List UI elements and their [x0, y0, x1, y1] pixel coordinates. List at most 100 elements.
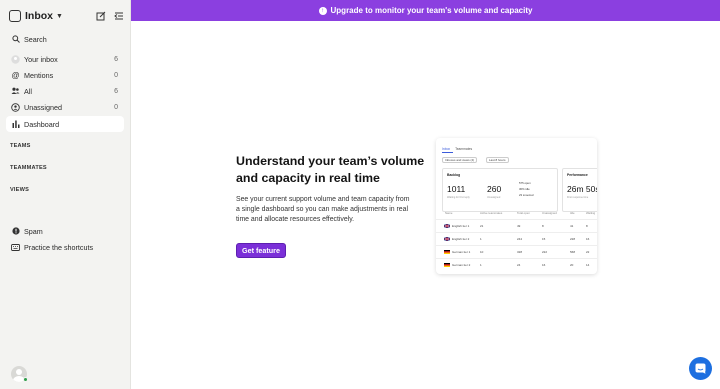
feature-description: See your current support volume and team… — [236, 196, 410, 224]
preview-backlog-value-2: 260 — [487, 184, 502, 194]
preview-performance-card: Performance 26m 50s First response time — [562, 168, 597, 212]
preview-col-idle: Idle — [570, 211, 575, 215]
preview-performance-value: 26m 50s — [567, 184, 597, 194]
sidebar-item-count: 0 — [114, 71, 118, 79]
table-cell: 15 — [542, 237, 546, 241]
table-cell: 8 — [586, 224, 588, 228]
table-cell: 328 — [517, 250, 523, 254]
sidebar-item-count: 6 — [114, 55, 118, 63]
section-teammates[interactable]: TEAMMATES — [10, 165, 47, 171]
germany-flag-icon — [444, 250, 450, 254]
collapse-sidebar-icon[interactable] — [114, 11, 124, 21]
preview-backlog-title: Backlog — [447, 173, 461, 177]
bar-chart-icon — [11, 120, 20, 129]
table-cell: 10 — [480, 250, 484, 254]
table-row: English tier 1 21 49 8 41 8 — [436, 219, 597, 232]
spam-icon — [11, 227, 20, 236]
upgrade-banner-text: Upgrade to monitor your team's volume an… — [330, 6, 533, 15]
preview-backlog-card: Backlog 1011 Waiting for first reply 260… — [442, 168, 558, 212]
table-cell: German tier 2 — [452, 263, 471, 267]
table-cell: 568 — [570, 250, 576, 254]
get-feature-button[interactable]: Get feature — [236, 243, 286, 258]
preview-col-unassigned: Unassigned — [542, 211, 557, 215]
table-row: German tier 2 1 24 16 20 14 — [436, 258, 597, 271]
preview-filter-time: Last 8 hours — [486, 157, 509, 163]
online-status-dot — [23, 377, 28, 382]
workspace-icon[interactable] — [9, 10, 21, 22]
preview-tab-teammates: Teammates — [455, 147, 473, 151]
table-cell: English tier 2 — [452, 237, 470, 241]
at-icon: @ — [11, 70, 20, 80]
inbox-title[interactable]: Inbox — [25, 10, 53, 22]
preview-backlog-value-1: 1011 — [447, 184, 466, 194]
sidebar-search[interactable]: Search — [6, 31, 124, 47]
unassigned-icon — [11, 102, 20, 112]
preview-col-total-open: Total open — [517, 211, 530, 215]
table-cell: 21 — [480, 224, 484, 228]
section-views[interactable]: VIEWS — [10, 187, 29, 193]
chat-launcher-button[interactable] — [689, 357, 712, 380]
uk-flag-icon — [444, 224, 450, 228]
table-cell: 16 — [542, 263, 546, 267]
table-cell: 49 — [517, 224, 521, 228]
chevron-down-icon[interactable]: ▼ — [56, 13, 63, 20]
sidebar-item-label: Your inbox — [24, 54, 58, 64]
sidebar-item-dashboard[interactable]: Dashboard — [6, 116, 124, 132]
sidebar-header: Inbox ▼ — [9, 8, 124, 24]
sidebar-item-all[interactable]: All 6 — [6, 83, 124, 99]
sidebar-item-count: 6 — [114, 87, 118, 95]
table-cell: 222 — [542, 250, 548, 254]
germany-flag-icon — [444, 263, 450, 267]
preview-backlog-label-2: Unassigned — [487, 196, 501, 199]
user-avatar-icon — [11, 54, 20, 64]
preview-col-name: Name — [445, 211, 453, 215]
arrow-up-icon: ↑ — [318, 6, 327, 15]
preview-backlog-stat: 30% idle — [519, 187, 530, 191]
table-cell: 1 — [480, 237, 482, 241]
dashboard-preview-image: Inbox Teammates Inboxes and views (4) La… — [436, 138, 597, 274]
sidebar-item-label: Dashboard — [24, 119, 60, 129]
table-cell: English tier 1 — [452, 224, 470, 228]
sidebar-item-unassigned[interactable]: Unassigned 0 — [6, 99, 124, 115]
table-cell: 20 — [570, 263, 574, 267]
feature-title: Understand your team’s volume and capaci… — [236, 154, 425, 185]
table-cell: 22 — [586, 250, 590, 254]
table-cell: German tier 1 — [452, 250, 471, 254]
preview-col-waiting: Waiting — [586, 211, 596, 215]
table-cell: 41 — [570, 224, 574, 228]
people-icon — [11, 87, 20, 96]
sidebar-item-label: Mentions — [24, 70, 54, 80]
preview-filter-inboxes: Inboxes and views (4) — [442, 157, 478, 163]
sidebar-item-shortcuts[interactable]: Practice the shortcuts — [6, 239, 124, 255]
table-cell: 24 — [517, 263, 521, 267]
table-cell: 244 — [517, 237, 523, 241]
table-cell: 1 — [480, 263, 482, 267]
preview-backlog-label-1: Waiting for first reply — [447, 196, 470, 199]
sidebar: Inbox ▼ Search Your inbox 6 @ Mentions 0… — [0, 0, 131, 389]
chat-icon — [695, 363, 706, 374]
keyboard-icon — [11, 243, 20, 252]
table-cell: 16 — [586, 237, 590, 241]
preview-tab-inbox: Inbox — [442, 147, 451, 151]
sidebar-item-spam[interactable]: Spam — [6, 223, 124, 239]
upgrade-banner[interactable]: ↑ Upgrade to monitor your team's volume … — [131, 0, 720, 21]
preview-backlog-stat: 575 open — [519, 181, 531, 185]
table-row: German tier 1 10 328 222 568 22 — [436, 245, 597, 258]
sidebar-item-label: All — [24, 86, 32, 96]
sidebar-item-label: Practice the shortcuts — [24, 242, 94, 252]
section-teams[interactable]: TEAMS — [10, 143, 31, 149]
sidebar-item-your-inbox[interactable]: Your inbox 6 — [6, 51, 124, 67]
table-cell: 8 — [542, 224, 544, 228]
search-icon — [11, 35, 20, 44]
preview-performance-label: First response time — [567, 196, 589, 199]
compose-icon[interactable] — [96, 11, 106, 21]
table-cell: 14 — [586, 263, 590, 267]
sidebar-item-count: 0 — [114, 103, 118, 111]
preview-backlog-stat: 23 snoozed — [519, 193, 534, 197]
preview-performance-title: Performance — [567, 173, 588, 177]
sidebar-item-mentions[interactable]: @ Mentions 0 — [6, 67, 124, 83]
table-cell: 228 — [570, 237, 576, 241]
preview-col-active: Active teammates — [480, 211, 503, 215]
sidebar-item-label: Unassigned — [24, 102, 62, 112]
table-row: English tier 2 1 244 15 228 16 — [436, 232, 597, 245]
